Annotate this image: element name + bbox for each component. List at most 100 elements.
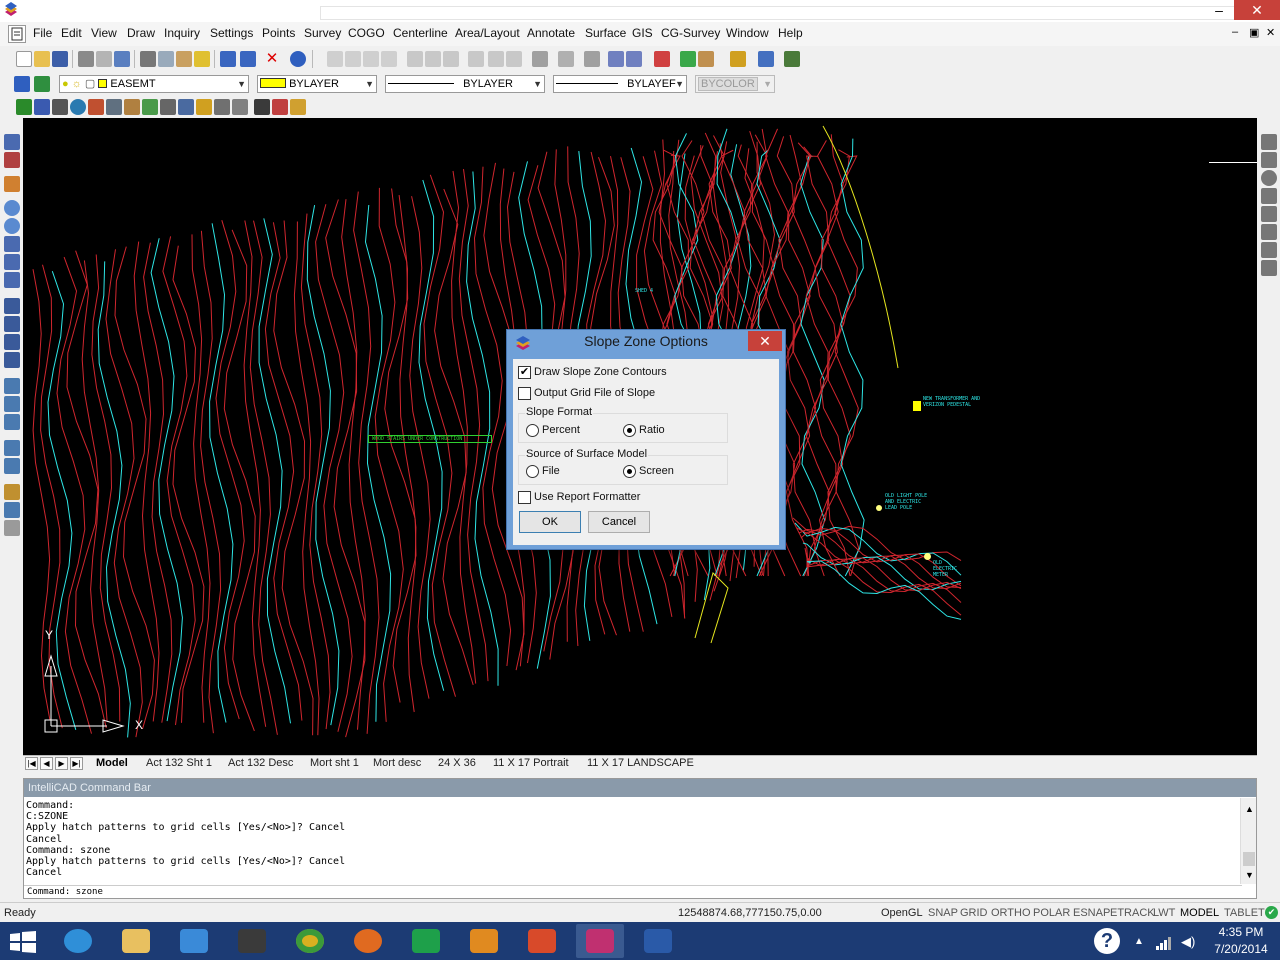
save-icon[interactable] — [52, 51, 68, 67]
polyline-icon[interactable] — [1261, 152, 1277, 168]
draw-contours-checkbox[interactable]: ✔ — [518, 366, 531, 379]
zoom-out-icon[interactable] — [4, 218, 20, 234]
status-grid[interactable]: GRID — [960, 907, 988, 919]
make-current-icon[interactable] — [34, 76, 50, 92]
layer-manager-icon[interactable] — [14, 76, 30, 92]
map-icon[interactable] — [142, 99, 158, 115]
redo-icon[interactable] — [240, 51, 256, 67]
menu-survey[interactable]: Survey — [304, 26, 341, 40]
arc-icon[interactable] — [1261, 170, 1277, 186]
stretch-icon[interactable] — [488, 51, 504, 67]
zoom-icon[interactable] — [608, 51, 624, 67]
erase-icon[interactable] — [1261, 242, 1277, 258]
block-icon[interactable] — [345, 51, 361, 67]
menu-points[interactable]: Points — [262, 26, 295, 40]
menu-centerline[interactable]: Centerline — [393, 26, 448, 40]
zoom-realtime-icon[interactable] — [4, 176, 20, 192]
layer-dropdown[interactable]: ● ☼ ▢ EASEMT ▼ — [59, 75, 249, 93]
status-lwt[interactable]: LWT — [1153, 907, 1175, 919]
first-tab-button[interactable]: |◀ — [25, 757, 38, 770]
doc-restore-button[interactable]: ▣ — [1249, 26, 1259, 39]
firefox-icon[interactable] — [344, 924, 392, 958]
help-icon[interactable] — [290, 51, 306, 67]
menu-cogo[interactable]: COGO — [348, 26, 385, 40]
scale-arrows-icon[interactable] — [34, 99, 50, 115]
menu-edit[interactable]: Edit — [61, 26, 82, 40]
camera-icon[interactable] — [4, 484, 20, 500]
menu-inquiry[interactable]: Inquiry — [164, 26, 200, 40]
menu-cg-survey[interactable]: CG-Survey — [661, 26, 720, 40]
curve-icon[interactable] — [1261, 188, 1277, 204]
rotate-icon[interactable] — [407, 51, 423, 67]
named-views-icon[interactable] — [4, 414, 20, 430]
zoom-window-icon[interactable] — [4, 236, 20, 252]
ok-button[interactable]: OK — [519, 511, 581, 533]
store-icon[interactable] — [402, 924, 450, 958]
mirror-icon[interactable] — [425, 51, 441, 67]
pencil-icon[interactable] — [654, 51, 670, 67]
menu-area-layout[interactable]: Area/Layout — [455, 26, 520, 40]
tab-act-132-sht-1[interactable]: Act 132 Sht 1 — [146, 757, 212, 769]
line-icon[interactable] — [584, 51, 600, 67]
list-icon[interactable] — [4, 520, 20, 536]
next-tab-button[interactable]: ▶ — [55, 757, 68, 770]
move-icon[interactable] — [468, 51, 484, 67]
offset-icon[interactable] — [1261, 260, 1277, 276]
print-icon[interactable] — [78, 51, 94, 67]
percent-radio[interactable] — [526, 424, 539, 437]
vehicle-icon[interactable] — [254, 99, 270, 115]
edit-icon[interactable] — [730, 51, 746, 67]
wrench-icon[interactable] — [214, 99, 230, 115]
match-properties-icon[interactable] — [194, 51, 210, 67]
view-iso-icon[interactable] — [4, 352, 20, 368]
bar-chart-icon[interactable] — [558, 51, 574, 67]
network-signal-icon[interactable] — [1156, 936, 1172, 950]
status-snap[interactable]: SNAP — [928, 907, 958, 919]
menu-gis[interactable]: GIS — [632, 26, 653, 40]
menu-surface[interactable]: Surface — [585, 26, 626, 40]
print-preview-icon[interactable] — [96, 51, 112, 67]
scroll-up-icon[interactable]: ▲ — [1245, 804, 1254, 814]
paste-icon[interactable] — [176, 51, 192, 67]
status-model[interactable]: MODEL — [1180, 907, 1219, 919]
acrobat-icon[interactable] — [518, 924, 566, 958]
copy-clip-icon[interactable] — [327, 51, 343, 67]
close-button[interactable]: ✕ — [1234, 0, 1280, 20]
layer-states-icon[interactable] — [532, 51, 548, 67]
scroll-down-icon[interactable]: ▼ — [1245, 870, 1254, 880]
design-center-icon[interactable] — [698, 51, 714, 67]
zoom-extents-icon[interactable] — [4, 254, 20, 270]
rocket-app-icon[interactable] — [170, 924, 218, 958]
orbit-icon[interactable] — [4, 378, 20, 394]
carlson-cad-icon[interactable] — [576, 924, 624, 958]
plot-style-dropdown[interactable]: BYCOLOR ▼ — [695, 75, 775, 93]
open-icon[interactable] — [34, 51, 50, 67]
tab-11x17-portrait[interactable]: 11 X 17 Portrait — [493, 757, 569, 769]
file-explorer-icon[interactable] — [112, 924, 160, 958]
word-icon[interactable] — [634, 924, 682, 958]
panel-icon[interactable] — [178, 99, 194, 115]
status-etrack[interactable]: ETRACK — [1110, 907, 1155, 919]
tab-act-132-desc[interactable]: Act 132 Desc — [228, 757, 293, 769]
menu-settings[interactable]: Settings — [210, 26, 253, 40]
media-player-icon[interactable] — [460, 924, 508, 958]
pan-left-icon[interactable] — [4, 134, 20, 150]
menu-annotate[interactable]: Annotate — [527, 26, 575, 40]
command-input[interactable]: Command: szone — [24, 885, 1242, 898]
globe-icon[interactable] — [70, 99, 86, 115]
linetype-dropdown[interactable]: BYLAYER ▼ — [385, 75, 545, 93]
scroll-thumb[interactable] — [1243, 852, 1255, 866]
settings-icon[interactable] — [758, 51, 774, 67]
doc-close-button[interactable]: ✕ — [1266, 26, 1275, 39]
trim-icon[interactable] — [1261, 224, 1277, 240]
insert-icon[interactable] — [363, 51, 379, 67]
status-ortho[interactable]: ORTHO — [991, 907, 1031, 919]
clock[interactable]: 4:35 PM 7/20/2014 — [1206, 925, 1276, 956]
table-icon[interactable] — [4, 502, 20, 518]
tab-mort-desc[interactable]: Mort desc — [373, 757, 421, 769]
ucs-icon[interactable] — [4, 440, 20, 456]
menu-window[interactable]: Window — [726, 26, 769, 40]
array-icon[interactable] — [506, 51, 522, 67]
copy-icon[interactable] — [158, 51, 174, 67]
undo-icon[interactable] — [220, 51, 236, 67]
